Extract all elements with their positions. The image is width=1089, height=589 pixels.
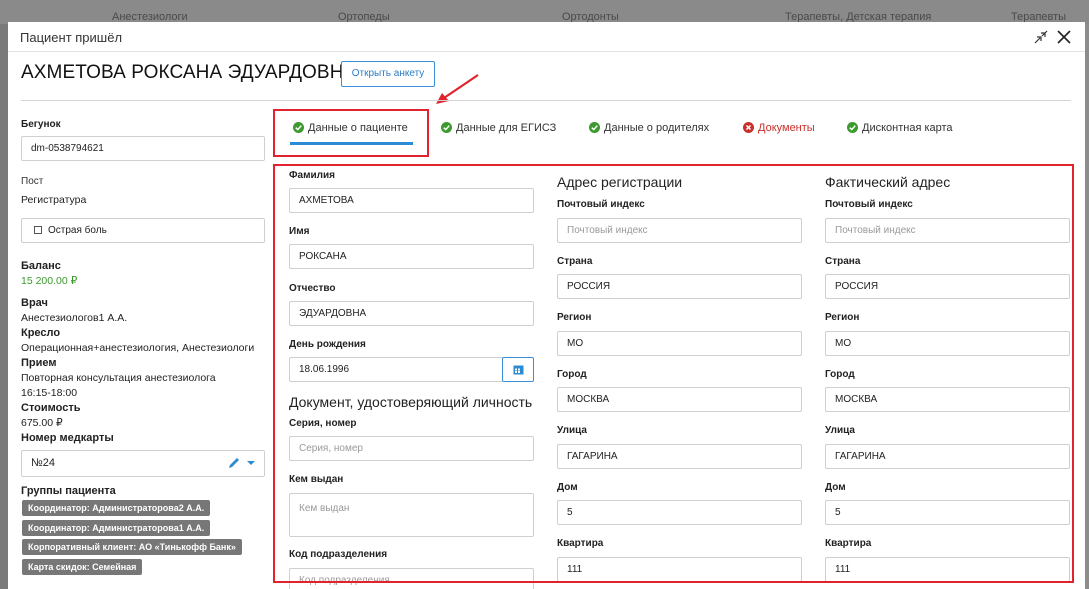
close-icon[interactable] <box>1055 28 1073 46</box>
tab-label: Данные для ЕГИСЗ <box>456 122 557 134</box>
annotation-arrow <box>436 74 479 104</box>
cost-value: 675.00 ₽ <box>21 417 63 429</box>
chair-value: Операционная+анестезиология, Анестезиоло… <box>21 342 255 354</box>
acute-pain-checkbox[interactable]: Острая боль <box>21 218 265 243</box>
modal-header: Пациент пришёл <box>8 22 1085 52</box>
group-tag: Корпоративный клиент: АО «Тинькофф Банк» <box>22 539 242 555</box>
patient-arrived-modal: Пациент пришёл АХМЕТОВА РОКСАНА ЭДУАРДОВ… <box>8 22 1085 589</box>
cost-label: Стоимость <box>21 402 81 414</box>
patient-name: АХМЕТОВА РОКСАНА ЭДУАРДОВНА <box>21 62 357 83</box>
card-number-value: №24 <box>31 457 56 469</box>
chevron-down-icon[interactable] <box>246 459 256 467</box>
collapse-icon[interactable] <box>1032 28 1050 46</box>
runner-label: Бегунок <box>21 119 61 130</box>
chair-label: Кресло <box>21 327 61 339</box>
balance-value: 15 200.00 ₽ <box>21 275 78 287</box>
appointment-label: Прием <box>21 357 57 369</box>
background-schedule-header: Анестезиологи Ортопеды Ортодонты Терапев… <box>0 0 1089 24</box>
tab-discount-card[interactable]: Дисконтная карта <box>847 122 953 138</box>
appointment-time: 16:15-18:00 <box>21 387 78 399</box>
groups-label: Группы пациента <box>21 485 116 497</box>
tab-parents-data[interactable]: Данные о родителях <box>589 122 709 138</box>
checkbox-box[interactable] <box>34 226 42 234</box>
check-circle-icon <box>589 122 600 133</box>
open-form-button[interactable]: Открыть анкету <box>341 61 435 87</box>
header-divider <box>21 100 1071 101</box>
modal-title: Пациент пришёл <box>20 30 123 45</box>
doctor-label: Врач <box>21 297 48 309</box>
acute-pain-label: Острая боль <box>48 225 107 236</box>
card-number-label: Номер медкарты <box>21 432 114 444</box>
annotation-box-tab <box>273 109 429 157</box>
tab-egisz-data[interactable]: Данные для ЕГИСЗ <box>441 122 556 138</box>
check-circle-icon <box>847 122 858 133</box>
pencil-icon[interactable] <box>227 456 241 470</box>
post-value: Регистратура <box>21 194 87 206</box>
doctor-value: Анестезиологов1 А.А. <box>21 312 128 324</box>
tab-label: Данные о родителях <box>604 122 710 134</box>
tab-documents[interactable]: Документы <box>743 122 815 138</box>
check-circle-icon <box>441 122 452 133</box>
tab-label: Дисконтная карта <box>862 122 953 134</box>
appointment-value: Повторная консультация анестезиолога <box>21 372 216 384</box>
group-tag: Карта скидок: Семейная <box>22 559 143 575</box>
annotation-box-form <box>273 164 1074 583</box>
balance-label: Баланс <box>21 260 61 272</box>
group-tag: Координатор: Администраторова2 А.А. <box>22 500 211 516</box>
group-tag: Координатор: Администраторова1 А.А. <box>22 520 211 536</box>
error-circle-icon <box>743 122 754 133</box>
runner-input[interactable]: dm-0538794621 <box>21 136 265 161</box>
post-label: Пост <box>21 176 44 187</box>
tab-label: Документы <box>758 122 815 134</box>
